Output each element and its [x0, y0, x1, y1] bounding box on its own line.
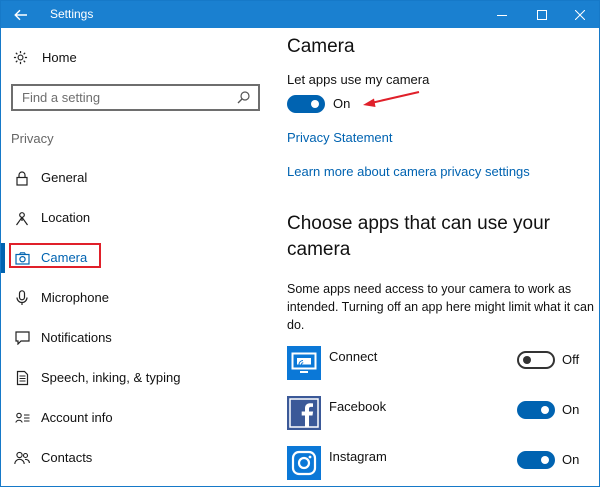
- app-row-connect: Connect Off: [287, 346, 597, 384]
- camera-access-state: On: [333, 96, 351, 111]
- camera-access-toggle[interactable]: [287, 95, 325, 113]
- sidebar-item-label: Account info: [41, 410, 113, 425]
- sidebar-item-label: Speech, inking, & typing: [41, 370, 181, 385]
- sidebar-item-camera[interactable]: Camera: [1, 240, 271, 276]
- app-row-facebook: Facebook On: [287, 396, 597, 434]
- settings-window: Settings Home Find a setting Privacy Gen…: [0, 0, 600, 487]
- back-arrow-icon: [14, 9, 27, 20]
- toggle-knob: [541, 456, 549, 464]
- sidebar-item-microphone[interactable]: Microphone: [1, 280, 271, 316]
- lock-icon: [14, 170, 30, 186]
- app-row-instagram: Instagram On: [287, 446, 597, 484]
- toggle-knob: [541, 406, 549, 414]
- close-button[interactable]: [563, 1, 597, 28]
- toggle-knob: [523, 356, 531, 364]
- app-toggle-state: On: [562, 402, 580, 417]
- minimize-icon: [497, 14, 507, 16]
- learn-more-link[interactable]: Learn more about camera privacy settings: [287, 164, 530, 179]
- close-icon: [575, 9, 585, 20]
- gear-icon: [13, 50, 28, 65]
- sidebar-item-label: General: [41, 170, 88, 185]
- location-icon: [14, 210, 30, 226]
- sidebar-item-label: Microphone: [41, 290, 109, 305]
- contacts-icon: [14, 450, 30, 466]
- sidebar-item-location[interactable]: Location: [1, 200, 271, 236]
- notifications-icon: [14, 330, 30, 346]
- section-label-privacy: Privacy: [11, 131, 54, 146]
- sidebar-item-notifications[interactable]: Notifications: [1, 320, 271, 356]
- account-info-icon: [14, 410, 30, 426]
- sidebar-item-speech[interactable]: Speech, inking, & typing: [1, 360, 271, 396]
- home-nav-item[interactable]: Home: [13, 50, 77, 65]
- sidebar-item-general[interactable]: General: [1, 160, 271, 196]
- sidebar-item-contacts[interactable]: Contacts: [1, 440, 271, 476]
- app-name: Facebook: [329, 399, 387, 414]
- annotation-arrow-icon: [363, 91, 420, 107]
- app-toggle-state: Off: [562, 352, 580, 367]
- sidebar-item-account-info[interactable]: Account info: [1, 400, 271, 436]
- search-placeholder: Find a setting: [22, 90, 101, 105]
- title-bar: Settings: [1, 1, 599, 28]
- back-button[interactable]: [1, 1, 41, 28]
- apps-section-heading: Choose apps that can use your camera: [287, 213, 551, 260]
- toggle-knob: [311, 100, 319, 108]
- microphone-icon: [14, 290, 30, 306]
- window-title: Settings: [50, 7, 94, 21]
- minimize-button[interactable]: [485, 1, 519, 28]
- maximize-button[interactable]: [525, 1, 559, 28]
- app-toggle-state: On: [562, 452, 580, 467]
- instagram-app-icon: [287, 446, 321, 480]
- app-name: Instagram: [329, 449, 387, 464]
- main-content: Camera Let apps use my camera On Privacy…: [271, 28, 599, 486]
- apps-section-description: Some apps need access to your camera to …: [287, 282, 594, 332]
- page-title: Camera: [287, 36, 355, 57]
- speech-icon: [14, 370, 30, 386]
- connect-camera-toggle[interactable]: [517, 351, 555, 369]
- connect-app-icon: [287, 346, 321, 380]
- facebook-app-icon: [287, 396, 321, 430]
- instagram-camera-toggle[interactable]: [517, 451, 555, 469]
- home-label: Home: [42, 50, 77, 65]
- search-input[interactable]: Find a setting: [11, 84, 260, 111]
- app-name: Connect: [329, 349, 378, 364]
- search-icon[interactable]: [237, 91, 250, 104]
- sidebar-item-label: Notifications: [41, 330, 112, 345]
- sidebar: Home Find a setting Privacy General Loca…: [1, 28, 271, 486]
- facebook-camera-toggle[interactable]: [517, 401, 555, 419]
- sidebar-item-label: Location: [41, 210, 91, 225]
- master-toggle-label: Let apps use my camera: [287, 72, 430, 87]
- maximize-icon: [537, 9, 547, 20]
- sidebar-item-label: Contacts: [41, 450, 93, 465]
- sidebar-item-label: Camera: [41, 250, 88, 265]
- camera-icon: [14, 250, 30, 266]
- privacy-statement-link[interactable]: Privacy Statement: [287, 130, 393, 145]
